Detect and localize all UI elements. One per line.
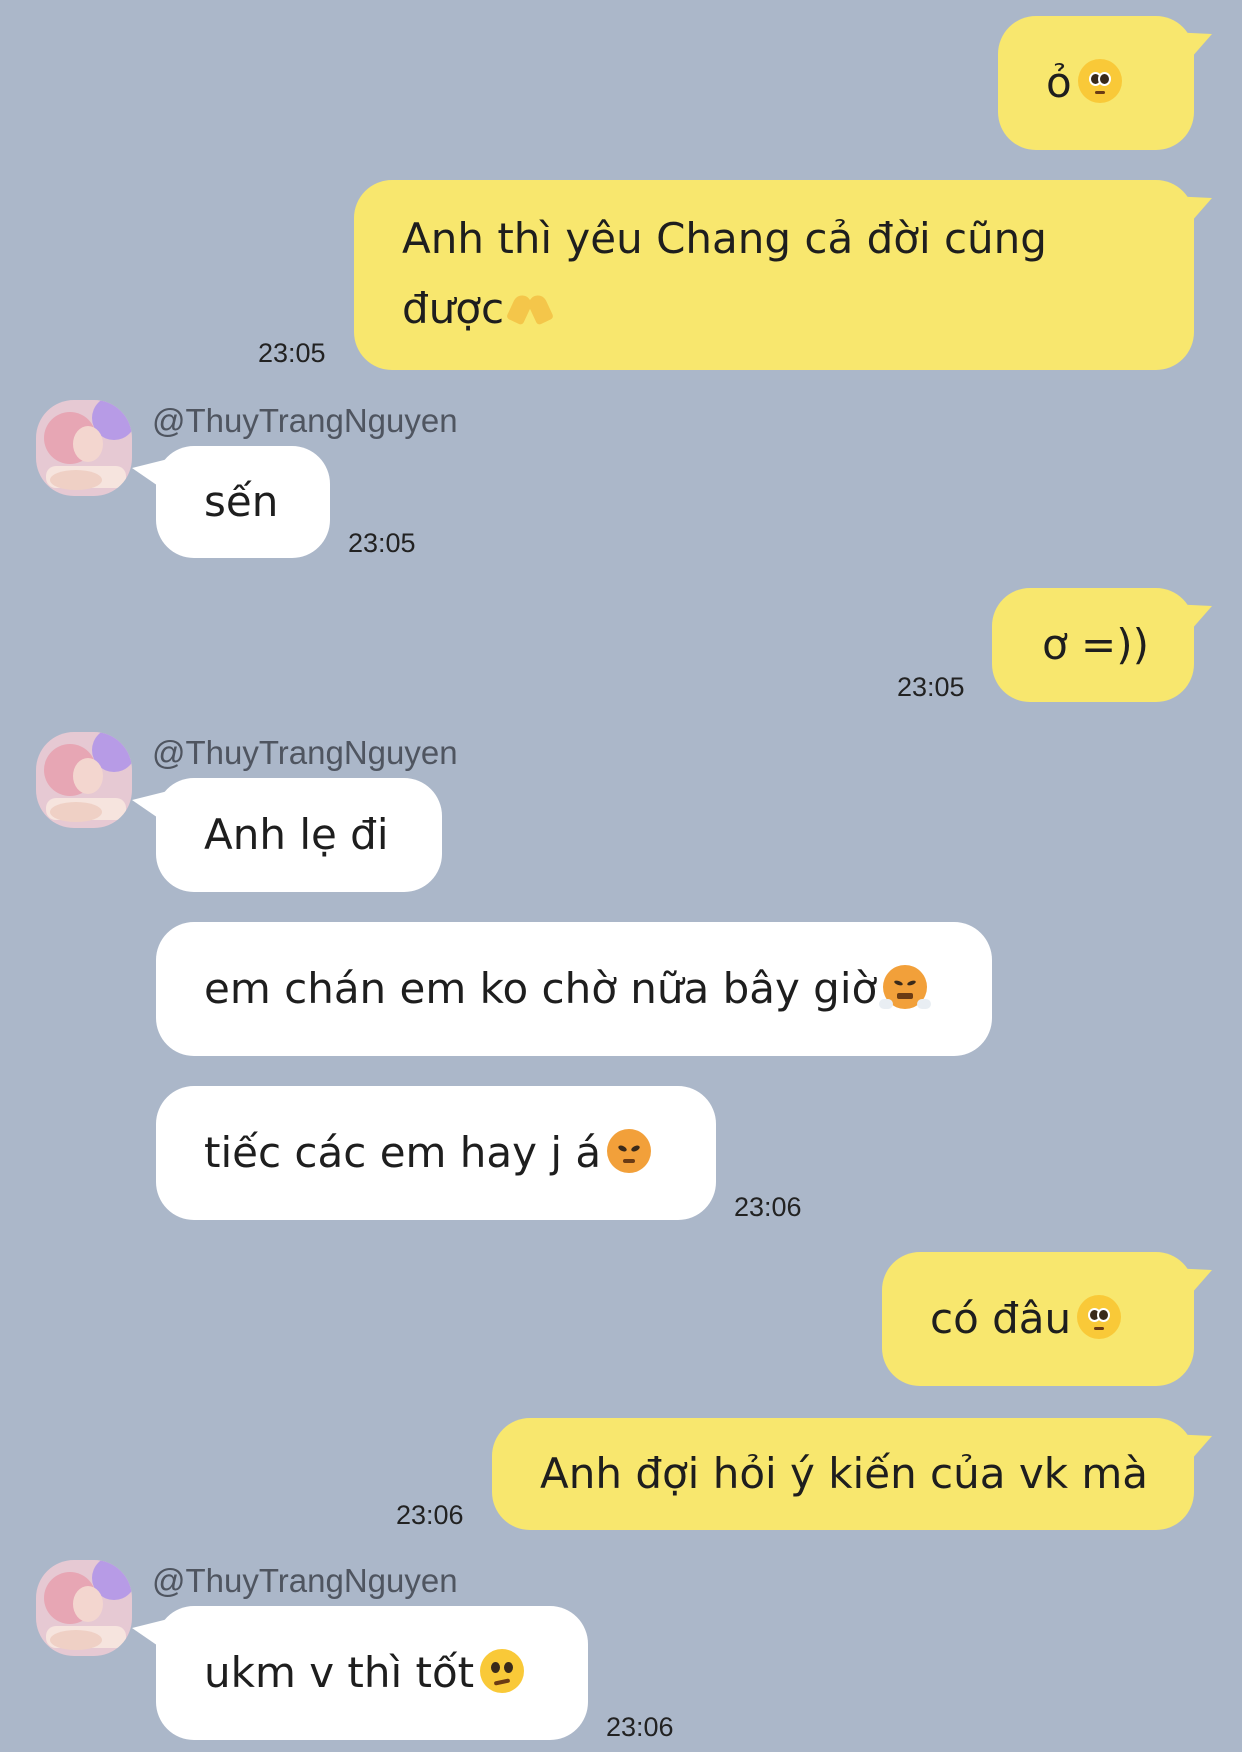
confused-face-icon (480, 1649, 525, 1693)
bubble-tail (1170, 1268, 1212, 1302)
message-timestamp: 23:06 (396, 1500, 464, 1530)
message-timestamp: 23:06 (734, 1192, 802, 1222)
message-text-line-1: Anh thì yêu Chang cả đời cũng (402, 214, 1047, 263)
message-timestamp: 23:06 (606, 1712, 674, 1742)
outgoing-message-bubble[interactable]: Anh thì yêu Chang cả đời cũng được (354, 180, 1194, 370)
bubble-tail (132, 790, 172, 822)
incoming-message-bubble[interactable]: Anh lẹ đi (156, 778, 442, 892)
contact-avatar[interactable] (36, 1560, 132, 1656)
bubble-tail (1170, 32, 1212, 66)
avatar-image (36, 400, 132, 496)
outgoing-message-bubble[interactable]: có đâu (882, 1252, 1194, 1386)
sender-name: @ThuyTrangNguyen (152, 734, 458, 771)
message-text: có đâu (930, 1294, 1072, 1343)
message-text-line-2: được (402, 284, 505, 333)
contact-avatar[interactable] (36, 732, 132, 828)
outgoing-message-bubble[interactable]: ơ =)) (992, 588, 1194, 702)
message-text: ỏ (1046, 58, 1072, 107)
incoming-message-bubble[interactable]: ukm v thì tốt (156, 1606, 588, 1740)
message-text: tiếc các em hay j á (204, 1128, 602, 1177)
bubble-tail (132, 1618, 172, 1650)
message-timestamp: 23:05 (897, 672, 965, 702)
message-timestamp: 23:05 (348, 528, 416, 558)
outgoing-message-bubble[interactable]: Anh đợi hỏi ý kiến của vk mà (492, 1418, 1194, 1530)
message-timestamp: 23:05 (258, 338, 326, 368)
outgoing-message-bubble[interactable]: ỏ (998, 16, 1194, 150)
message-text: ơ =)) (1042, 620, 1150, 669)
bubble-tail (1170, 1434, 1212, 1468)
incoming-message-bubble[interactable]: sến (156, 446, 330, 558)
message-text: Anh lẹ đi (204, 810, 389, 859)
bubble-tail (132, 458, 172, 490)
pleading-face-icon (1077, 1295, 1122, 1339)
message-text: sến (204, 477, 279, 526)
pleading-face-icon (1077, 59, 1122, 103)
sender-name: @ThuyTrangNguyen (152, 1562, 458, 1599)
avatar-image (36, 732, 132, 828)
incoming-message-bubble[interactable]: em chán em ko chờ nữa bây giờ (156, 922, 992, 1056)
face-with-steam-icon (879, 965, 932, 1009)
sender-name: @ThuyTrangNguyen (152, 402, 458, 439)
message-text: ukm v thì tốt (204, 1648, 475, 1697)
bubble-tail (1170, 196, 1212, 230)
angry-face-icon (607, 1129, 652, 1173)
heart-hands-icon (506, 291, 555, 327)
message-text: Anh đợi hỏi ý kiến của vk mà (540, 1449, 1149, 1498)
contact-avatar[interactable] (36, 400, 132, 496)
message-text: em chán em ko chờ nữa bây giờ (204, 964, 878, 1013)
incoming-message-bubble[interactable]: tiếc các em hay j á (156, 1086, 716, 1220)
bubble-tail (1170, 604, 1212, 638)
avatar-image (36, 1560, 132, 1656)
